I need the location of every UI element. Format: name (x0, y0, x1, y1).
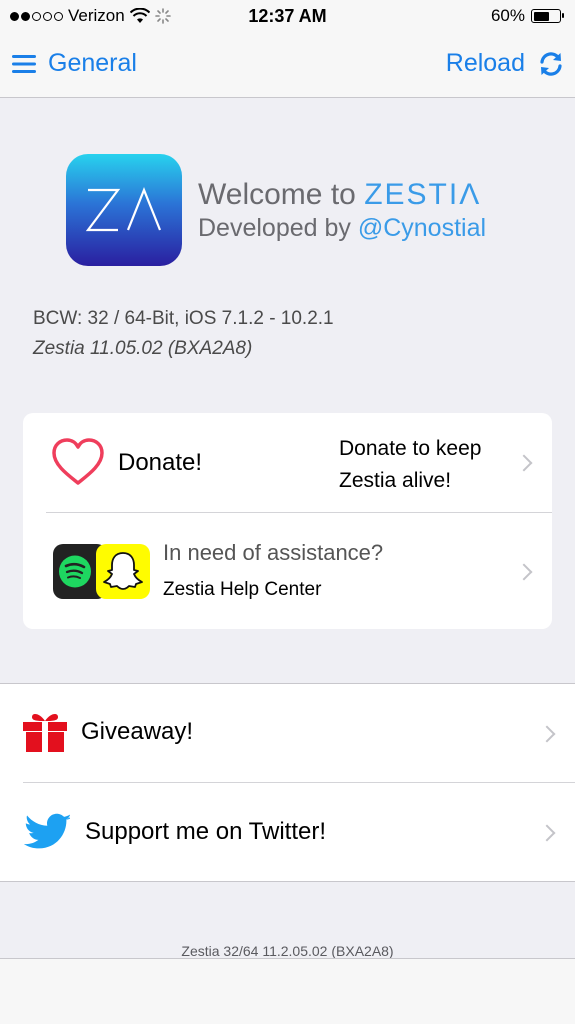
version-info: BCW: 32 / 64-Bit, iOS 7.1.2 - 10.2.1 Zes… (33, 304, 334, 364)
chevron-right-icon (515, 563, 533, 581)
welcome-header: Welcome to ZESTIΛ Developed by @Cynostia… (66, 154, 486, 266)
bottom-toolbar (0, 958, 575, 1024)
version-text: Zestia 11.05.02 (BXA2A8) (33, 338, 253, 359)
battery-percent: 60% (490, 6, 525, 25)
welcome-prefix: Welcome to (198, 177, 356, 211)
back-general-button[interactable]: General (12, 49, 137, 78)
battery-icon (531, 9, 564, 23)
reload-button[interactable]: Reload (446, 49, 565, 78)
twitter-row[interactable]: Support me on Twitter! (0, 783, 575, 882)
za-logo-mark-icon (85, 187, 162, 232)
help-subtitle: Zestia Help Center (163, 579, 322, 600)
links-group: Giveaway! Support me on Twitter! (0, 683, 575, 882)
chevron-right-icon (538, 725, 556, 743)
developer-link[interactable]: @Cynostial (358, 214, 486, 242)
actions-card: Donate! Donate to keep Zestia alive! In … (23, 413, 552, 629)
menu-icon (12, 54, 36, 73)
donate-detail: Donate to keep Zestia alive! (339, 433, 481, 497)
welcome-line: Welcome to ZESTIΛ (198, 178, 486, 212)
status-right: 60% (490, 6, 564, 26)
chevron-right-icon (515, 454, 533, 472)
gift-icon (23, 713, 67, 752)
brand-name: ZESTIΛ (364, 177, 482, 211)
zestia-logo (66, 154, 182, 266)
status-time: 12:37 AM (248, 6, 327, 26)
welcome-text: Welcome to ZESTIΛ Developed by @Cynostia… (198, 178, 486, 243)
giveaway-label: Giveaway! (81, 718, 194, 745)
developed-prefix: Developed by (198, 213, 351, 242)
refresh-icon (540, 51, 562, 76)
reload-label: Reload (445, 49, 525, 77)
giveaway-row[interactable]: Giveaway! (0, 684, 575, 783)
status-bar: Verizon 12:37 AM 60% (0, 0, 575, 32)
help-title: In need of assistance? (163, 540, 384, 565)
compat-text: BCW: 32 / 64-Bit, iOS 7.1.2 - 10.2.1 (33, 308, 334, 329)
navigation-bar: General Reload (0, 32, 575, 98)
footer-version-text: Zestia 32/64 11.2.05.02 (BXA2A8) (181, 943, 394, 959)
chevron-right-icon (538, 824, 556, 842)
donate-row[interactable]: Donate! Donate to keep Zestia alive! (23, 413, 552, 512)
donate-label: Donate! (118, 449, 203, 476)
donate-detail-line2: Zestia alive! (339, 469, 452, 492)
back-label: General (48, 49, 137, 77)
twitter-label: Support me on Twitter! (85, 818, 327, 845)
help-center-row[interactable]: In need of assistance? Zestia Help Cente… (23, 513, 552, 629)
twitter-bird-icon (24, 813, 70, 849)
snapchat-icon (96, 544, 150, 599)
heart-icon (52, 438, 104, 485)
developer-line: Developed by @Cynostial (198, 214, 486, 243)
donate-detail-line1: Donate to keep (339, 437, 482, 460)
